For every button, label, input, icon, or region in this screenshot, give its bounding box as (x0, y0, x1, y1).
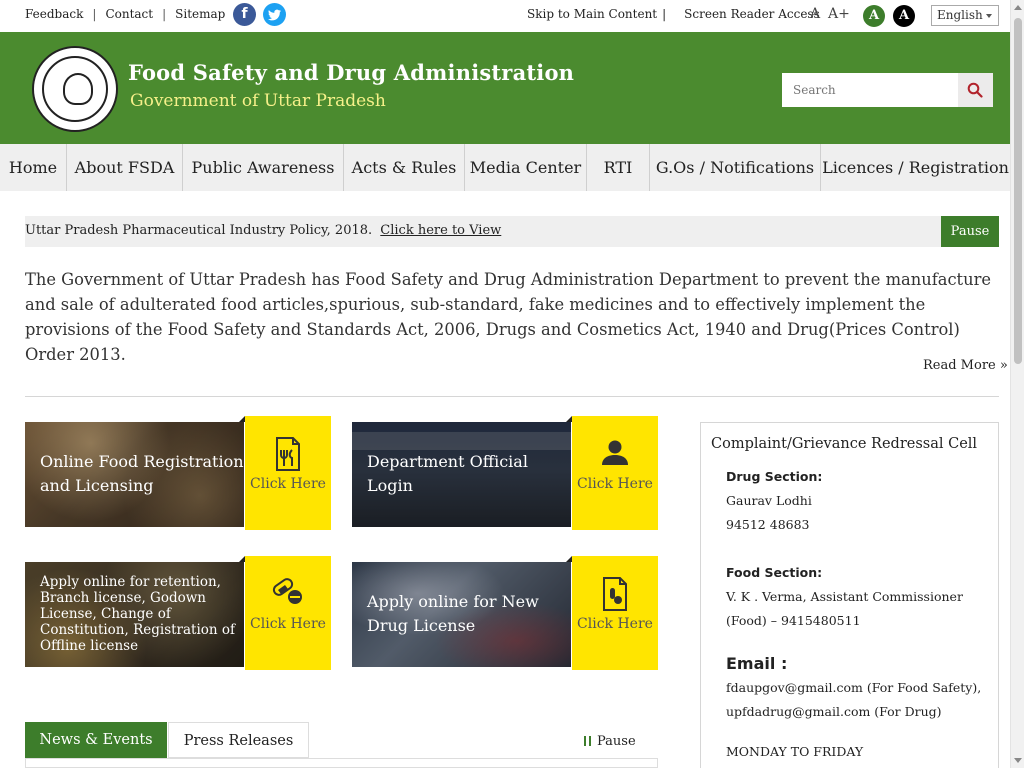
scroll-down-arrow-icon[interactable] (1014, 758, 1022, 763)
search-box (782, 73, 993, 107)
page-scrollbar[interactable] (1010, 0, 1024, 768)
nav-item-licences-registration[interactable]: Licences / Registration (821, 144, 1010, 191)
main-navigation: Home About FSDA Public Awareness Acts & Rul… (0, 144, 1010, 191)
email-heading: Email : (726, 654, 788, 673)
search-button[interactable] (958, 73, 993, 107)
skip-to-main-link[interactable]: Skip to Main Content (527, 7, 657, 21)
feedback-link[interactable]: Feedback (25, 7, 83, 21)
read-more-link[interactable]: Read More » (923, 358, 1008, 373)
news-tab-panel (25, 758, 658, 768)
screen-reader-link[interactable]: Screen Reader Access (684, 7, 820, 21)
language-select[interactable]: English (931, 5, 999, 26)
seal-ring (42, 56, 108, 122)
accessibility-links: Skip to Main Content | Screen Reader Acc… (527, 7, 820, 21)
contact-link[interactable]: Contact (105, 7, 153, 21)
card-label: Apply online for New Drug License (367, 592, 539, 635)
drug-license-icon (603, 577, 627, 611)
search-icon (967, 82, 983, 98)
new-drug-license-card[interactable]: Apply online for New Drug License (352, 562, 571, 667)
drug-contact-phone: 94512 48683 (726, 517, 810, 532)
click-here-label: Click Here (577, 476, 653, 492)
food-registration-click-here-button[interactable]: Click Here (245, 416, 331, 530)
card-label: Department Official Login (367, 452, 528, 495)
drug-section-heading: Drug Section: (726, 469, 823, 484)
pills-icon (272, 578, 302, 604)
click-here-label: Click Here (250, 616, 326, 632)
site-subtitle: Government of Uttar Pradesh (130, 91, 386, 111)
food-contact-phone: (Food) – 9415480511 (726, 613, 861, 628)
grievance-cell-panel: Complaint/Grievance Redressal Cell Drug … (700, 422, 999, 768)
language-value: English (937, 8, 983, 22)
click-here-label: Click Here (577, 616, 653, 632)
drug-contact-name: Gaurav Lodhi (726, 493, 812, 508)
food-safety-email[interactable]: fdaupgov@gmail.com (For Food Safety), (726, 680, 981, 695)
pause-icon (584, 736, 591, 746)
nav-item-rti[interactable]: RTI (587, 144, 650, 191)
office-days: MONDAY TO FRIDAY (726, 744, 864, 759)
scroll-up-arrow-icon[interactable] (1014, 5, 1022, 10)
chevron-down-icon (986, 14, 992, 18)
separator: | (92, 7, 97, 21)
facebook-icon[interactable]: f (233, 3, 256, 26)
nav-item-g-os-notifications[interactable]: G.Os / Notifications (650, 144, 821, 191)
theme-contrast-button[interactable]: A (893, 5, 915, 27)
twitter-icon[interactable] (263, 3, 286, 26)
ticker-pause-button[interactable]: Pause (941, 216, 999, 247)
card-label: Apply online for retention, Branch licen… (40, 574, 236, 654)
seal-emblem (63, 73, 93, 105)
site-header: Food Safety and Drug Administration Gove… (0, 32, 1010, 144)
announcement-ticker: Uttar Pradesh Pharmaceutical Industry Po… (25, 216, 999, 247)
food-registration-card[interactable]: Online Food Registration and Licensing (25, 422, 244, 527)
ticker-item: Uttar Pradesh Pharmaceutical Industry Po… (25, 223, 501, 238)
up-government-seal-logo[interactable] (32, 46, 118, 132)
drug-email[interactable]: upfdadrug@gmail.com (For Drug) (726, 704, 942, 719)
sitemap-link[interactable]: Sitemap (175, 7, 225, 21)
news-pause-label: Pause (597, 734, 636, 749)
search-input[interactable] (782, 73, 958, 107)
click-here-label: Click Here (250, 476, 326, 492)
font-size-increase-button[interactable]: A+ (828, 6, 850, 22)
user-icon (602, 440, 628, 465)
divider (25, 396, 999, 397)
food-section-heading: Food Section: (726, 565, 823, 580)
tab-news-events[interactable]: News & Events (25, 722, 167, 758)
nav-item-about-fsda[interactable]: About FSDA (67, 144, 183, 191)
department-login-card[interactable]: Department Official Login (352, 422, 571, 527)
card-label: Online Food Registration and Licensing (40, 452, 244, 495)
nav-item-media-center[interactable]: Media Center (465, 144, 587, 191)
ticker-text: Uttar Pradesh Pharmaceutical Industry Po… (25, 223, 373, 238)
separator: | (162, 7, 167, 21)
nav-item-public-awareness[interactable]: Public Awareness (183, 144, 344, 191)
new-drug-license-click-here-button[interactable]: Click Here (572, 556, 658, 670)
tab-press-releases[interactable]: Press Releases (168, 722, 309, 758)
panel-title: Complaint/Grievance Redressal Cell (711, 436, 978, 452)
site-title[interactable]: Food Safety and Drug Administration (128, 60, 574, 85)
scrollbar-thumb[interactable] (1014, 18, 1022, 364)
food-contact-line: V. K . Verma, Assistant Commissioner (726, 589, 963, 604)
news-pause-button[interactable]: Pause (584, 734, 636, 749)
top-utility-bar: Feedback | Contact | Sitemap | f Skip to… (0, 0, 1010, 32)
top-links: Feedback | Contact | Sitemap | (25, 7, 247, 21)
retention-license-click-here-button[interactable]: Click Here (245, 556, 331, 670)
retention-license-card[interactable]: Apply online for retention, Branch licen… (25, 562, 244, 667)
ticker-view-link[interactable]: Click here to View (380, 223, 501, 238)
nav-item-acts-rules[interactable]: Acts & Rules (344, 144, 465, 191)
intro-paragraph: The Government of Uttar Pradesh has Food… (25, 270, 992, 364)
theme-green-button[interactable]: A (863, 5, 885, 27)
separator: | (662, 7, 667, 21)
nav-item-home[interactable]: Home (0, 144, 67, 191)
department-login-click-here-button[interactable]: Click Here (572, 416, 658, 530)
food-license-icon (276, 437, 300, 471)
font-size-normal-button[interactable]: A (810, 6, 820, 22)
